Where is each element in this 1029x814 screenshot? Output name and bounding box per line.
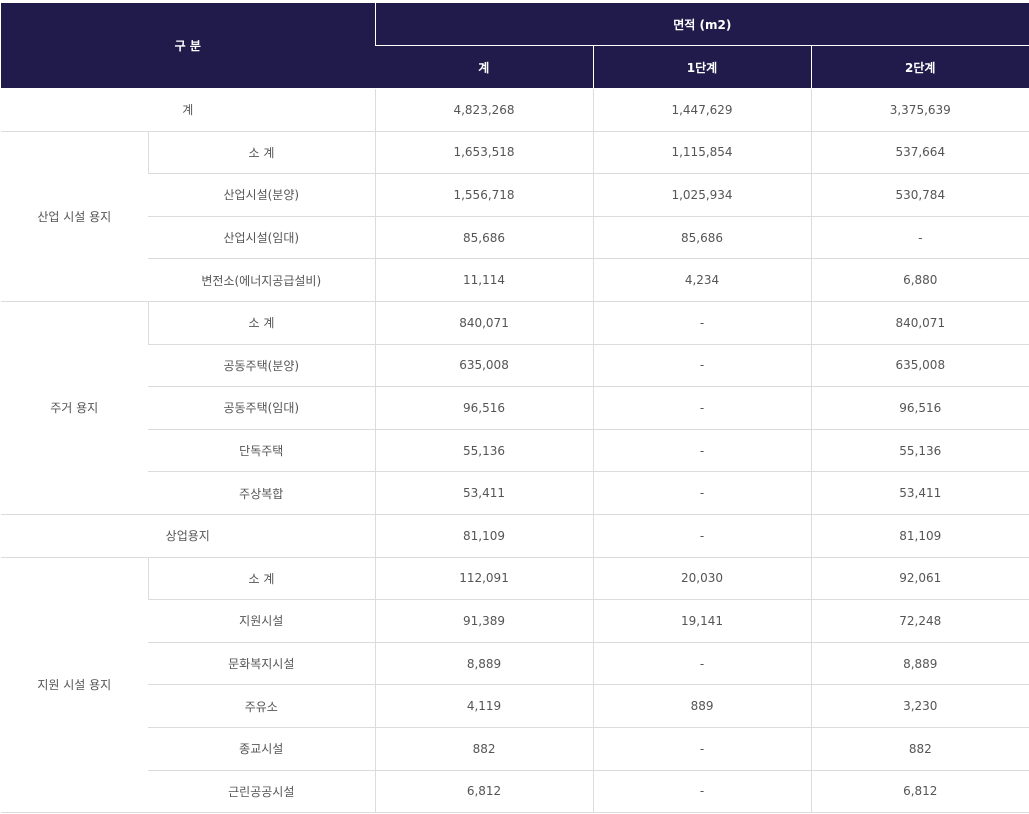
row-label: 소 계 [147,131,376,175]
total-cell: 882 [374,727,594,771]
phase1-header: 1단계 [592,45,812,89]
phase1-cell: - [592,727,812,771]
total-cell: 55,136 [374,429,594,473]
total-cell: 6,812 [374,770,594,814]
table-row: 주거 용지 소 계 840,071 - 840,071 [1,301,1029,515]
phase1-cell: - [592,386,812,430]
table-row: 산업시설(임대) 85,686 85,686 - [1,216,1029,260]
table-row: 계 4,823,268 1,447,629 3,375,639 [1,88,1029,132]
group-label-industrial: 산업 시설 용지 [1,131,148,302]
phase2-cell: - [810,216,1029,260]
row-label: 공동주택(임대) [148,386,376,430]
area-header: 면적 (m2) [374,3,1029,46]
total-cell: 8,889 [374,642,594,686]
total-header: 계 [375,45,594,89]
table-row: 산업 시설 용지 소 계 1,653,518 1,115,854 537,664 [1,131,1029,302]
phase1-cell: 4,234 [592,258,812,302]
row-label: 변전소(에너지공급설비) [148,258,376,302]
group-label-support: 지원 시설 용지 [1,557,148,814]
phase1-cell: 19,141 [592,599,812,643]
table-row: 공동주택(임대) 96,516 - 96,516 [1,386,1029,430]
phase2-cell: 3,230 [810,684,1029,728]
phase1-cell: 889 [592,684,812,728]
total-cell: 53,411 [374,471,594,515]
phase1-cell: 1,025,934 [592,173,812,217]
total-cell: 1,556,718 [374,173,594,217]
phase2-cell: 537,664 [810,131,1029,175]
total-cell: 4,119 [374,684,594,728]
phase2-cell: 530,784 [810,173,1029,217]
table-row: 종교시설 882 - 882 [1,727,1029,771]
table-row: 지원시설 91,389 19,141 72,248 [1,599,1029,643]
table-row: 지원 시설 용지 소 계 112,091 20,030 92,061 [1,557,1029,814]
phase1-cell: - [592,514,812,558]
table-row: 공동주택(분양) 635,008 - 635,008 [1,344,1029,388]
phase2-cell: 840,071 [810,301,1029,345]
phase2-cell: 72,248 [810,599,1029,643]
table-row: 변전소(에너지공급설비) 11,114 4,234 6,880 [1,258,1029,302]
phase2-cell: 96,516 [810,386,1029,430]
row-label: 주유소 [148,684,376,728]
total-cell: 4,823,268 [374,88,594,132]
phase1-cell: 20,030 [592,557,812,601]
row-label: 산업시설(분양) [148,173,376,217]
table-row: 주상복합 53,411 - 53,411 [1,471,1029,515]
phase1-cell: - [592,429,812,473]
table-body: 계 4,823,268 1,447,629 3,375,639 산업 시설 용지… [1,88,1029,814]
phase1-cell: 1,115,854 [592,131,812,175]
category-header: 구 분 [1,3,376,89]
table-row: 문화복지시설 8,889 - 8,889 [1,642,1029,686]
table-row: 근린공공시설 6,812 - 6,812 [1,770,1029,814]
row-label: 소 계 [147,557,376,601]
total-cell: 81,109 [374,514,594,558]
total-cell: 840,071 [374,301,594,345]
phase2-cell: 6,812 [810,770,1029,814]
row-label: 단독주택 [148,429,376,473]
table-row: 단독주택 55,136 - 55,136 [1,429,1029,473]
phase2-cell: 53,411 [810,471,1029,515]
phase2-cell: 81,109 [810,514,1029,558]
group-label-residential: 주거 용지 [1,301,148,515]
phase1-cell: - [592,642,812,686]
total-cell: 1,653,518 [374,131,594,175]
header-row: 구 분 면적 (m2) [1,3,1029,89]
phase2-cell: 92,061 [810,557,1029,601]
total-cell: 91,389 [374,599,594,643]
phase1-cell: 1,447,629 [592,88,812,132]
phase2-cell: 882 [810,727,1029,771]
group-label-commercial: 상업용지 [1,514,376,558]
phase2-header: 2단계 [810,45,1029,89]
land-area-table: 구 분 면적 (m2) 계 1단계 2단계 계 4,823,268 1,447,… [1,3,1029,814]
phase2-cell: 3,375,639 [810,88,1029,132]
total-cell: 635,008 [374,344,594,388]
phase2-cell: 635,008 [810,344,1029,388]
table-row: 상업용지 81,109 - 81,109 [1,514,1029,558]
phase1-cell: - [592,344,812,388]
total-cell: 11,114 [374,258,594,302]
phase2-cell: 6,880 [810,258,1029,302]
row-label: 산업시설(임대) [148,216,376,260]
row-label: 주상복합 [148,471,376,515]
row-label: 소 계 [147,301,376,345]
table-header: 구 분 면적 (m2) 계 1단계 2단계 [1,3,1029,89]
row-label: 문화복지시설 [148,642,376,686]
row-label: 지원시설 [148,599,376,643]
row-label: 종교시설 [148,727,376,771]
phase1-cell: - [592,471,812,515]
total-cell: 112,091 [374,557,594,601]
total-cell: 96,516 [374,386,594,430]
row-label: 근린공공시설 [148,770,376,814]
phase1-cell: 85,686 [592,216,812,260]
phase2-cell: 8,889 [810,642,1029,686]
table-row: 주유소 4,119 889 3,230 [1,684,1029,728]
phase1-cell: - [592,770,812,814]
row-label: 계 [1,88,376,132]
table-row: 산업시설(분양) 1,556,718 1,025,934 530,784 [1,173,1029,217]
row-label: 공동주택(분양) [148,344,376,388]
total-cell: 85,686 [374,216,594,260]
phase2-cell: 55,136 [810,429,1029,473]
phase1-cell: - [592,301,812,345]
